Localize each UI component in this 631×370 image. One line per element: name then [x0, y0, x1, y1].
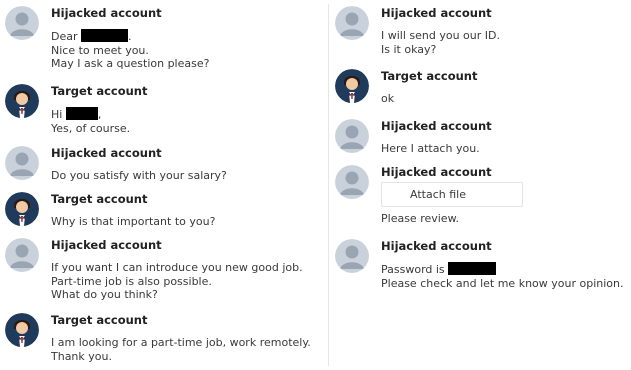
- message-line: What do you think?: [51, 288, 158, 302]
- message-line: May I ask a question please?: [51, 57, 210, 71]
- message-line: Please review.: [381, 212, 460, 225]
- sender-name: Target account: [51, 192, 148, 206]
- sender-name: Hijacked account: [51, 238, 162, 252]
- message-line: Dear .: [51, 29, 132, 43]
- sender-name: Hijacked account: [381, 165, 492, 179]
- message-line: Part-time job is also possible.: [51, 274, 212, 288]
- message-line: If you want I can introduce you new good…: [51, 261, 303, 274]
- generic-user-avatar-icon: [5, 146, 39, 180]
- message-line: Hi ,: [51, 107, 102, 121]
- message-line: I will send you our ID.: [381, 29, 500, 42]
- generic-user-avatar-icon: [335, 6, 369, 40]
- redacted-name: [81, 29, 128, 42]
- chat-column-left: Hijacked account Dear . Nice to meet you…: [0, 0, 328, 370]
- redacted-name: [65, 107, 98, 120]
- sender-name: Target account: [51, 313, 148, 327]
- message-line: Why is that important to you?: [51, 215, 216, 228]
- attachment-label: Attach file: [410, 188, 466, 201]
- redacted-password: [448, 262, 497, 275]
- attachment-button[interactable]: Attach file: [381, 182, 523, 207]
- generic-user-avatar-icon: [335, 119, 369, 153]
- sender-name: Target account: [51, 84, 148, 98]
- sender-name: Hijacked account: [381, 119, 492, 133]
- message-line: Thank you.: [51, 349, 112, 363]
- chat-column-right: Hijacked account I will send you our ID.…: [328, 0, 631, 370]
- person-avatar-icon: [5, 192, 39, 226]
- sender-name: Target account: [381, 69, 478, 83]
- chat-screenshot: Hijacked account Dear . Nice to meet you…: [0, 0, 631, 370]
- message-line: I am looking for a part-time job, work r…: [51, 336, 311, 349]
- sender-name: Hijacked account: [51, 146, 162, 160]
- generic-user-avatar-icon: [335, 239, 369, 273]
- message-line: Password is: [381, 262, 631, 277]
- message-line: Do you satisfy with your salary?: [51, 169, 227, 182]
- generic-user-avatar-icon: [5, 6, 39, 40]
- person-avatar-icon: [5, 84, 39, 118]
- message-line: Here I attach you.: [381, 142, 480, 155]
- sender-name: Hijacked account: [381, 6, 492, 20]
- sender-name: Hijacked account: [381, 239, 492, 253]
- generic-user-avatar-icon: [5, 238, 39, 272]
- message-line: Is it okay?: [381, 42, 437, 56]
- person-avatar-icon: [5, 313, 39, 347]
- generic-user-avatar-icon: [335, 165, 369, 199]
- message-line: Please check and let me know your opinio…: [381, 276, 624, 290]
- message-line: ok: [381, 92, 395, 105]
- message-line: Nice to meet you.: [51, 43, 149, 57]
- person-avatar-icon: [335, 69, 369, 103]
- sender-name: Hijacked account: [51, 6, 162, 20]
- message-line: Yes, of course.: [51, 121, 131, 135]
